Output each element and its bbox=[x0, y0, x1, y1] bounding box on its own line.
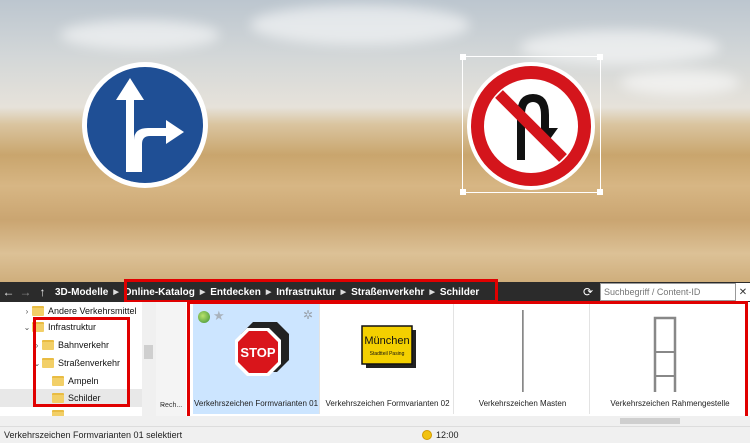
tree-scrollbar[interactable] bbox=[142, 302, 156, 416]
time-display[interactable]: 12:00 bbox=[436, 430, 459, 440]
folder-icon bbox=[32, 306, 44, 316]
breadcrumb-highlight bbox=[124, 279, 498, 303]
breadcrumb-root[interactable]: 3D-Modelle bbox=[51, 287, 112, 298]
3d-viewport[interactable] bbox=[0, 0, 750, 282]
collapsed-column: ⌄ Rech... bbox=[156, 302, 186, 416]
tree-highlight bbox=[33, 317, 130, 407]
catalog-scroll-thumb[interactable] bbox=[620, 418, 680, 424]
tree-horizontal-scrollbar[interactable] bbox=[0, 416, 156, 426]
selection-status: Verkehrszeichen Formvarianten 01 selekti… bbox=[4, 430, 183, 440]
search-input[interactable] bbox=[600, 283, 736, 301]
back-arrow-icon[interactable]: ← bbox=[0, 282, 17, 302]
sun-icon bbox=[422, 430, 432, 440]
tree-scroll-thumb[interactable] bbox=[144, 345, 153, 359]
status-bar: Verkehrszeichen Formvarianten 01 selekti… bbox=[0, 426, 750, 443]
no-u-turn-sign[interactable] bbox=[465, 60, 597, 192]
tree-item-label: Andere Verkehrsmittel bbox=[48, 306, 137, 316]
clear-search-icon[interactable]: ✕ bbox=[736, 283, 750, 301]
column-label: Rech... bbox=[160, 402, 183, 409]
tree-item-partial[interactable]: ... bbox=[52, 406, 76, 416]
forward-arrow-icon[interactable]: → bbox=[17, 282, 34, 302]
refresh-icon[interactable]: ⟳ bbox=[578, 282, 598, 302]
chevron-right-icon[interactable]: › bbox=[22, 307, 32, 316]
breadcrumb-separator-icon: ▶ bbox=[113, 289, 119, 296]
catalog-highlight bbox=[187, 301, 748, 419]
chevron-down-icon[interactable]: ⌄ bbox=[22, 323, 32, 332]
mandatory-direction-sign[interactable] bbox=[80, 60, 210, 190]
up-arrow-icon[interactable]: ↑ bbox=[34, 282, 51, 302]
